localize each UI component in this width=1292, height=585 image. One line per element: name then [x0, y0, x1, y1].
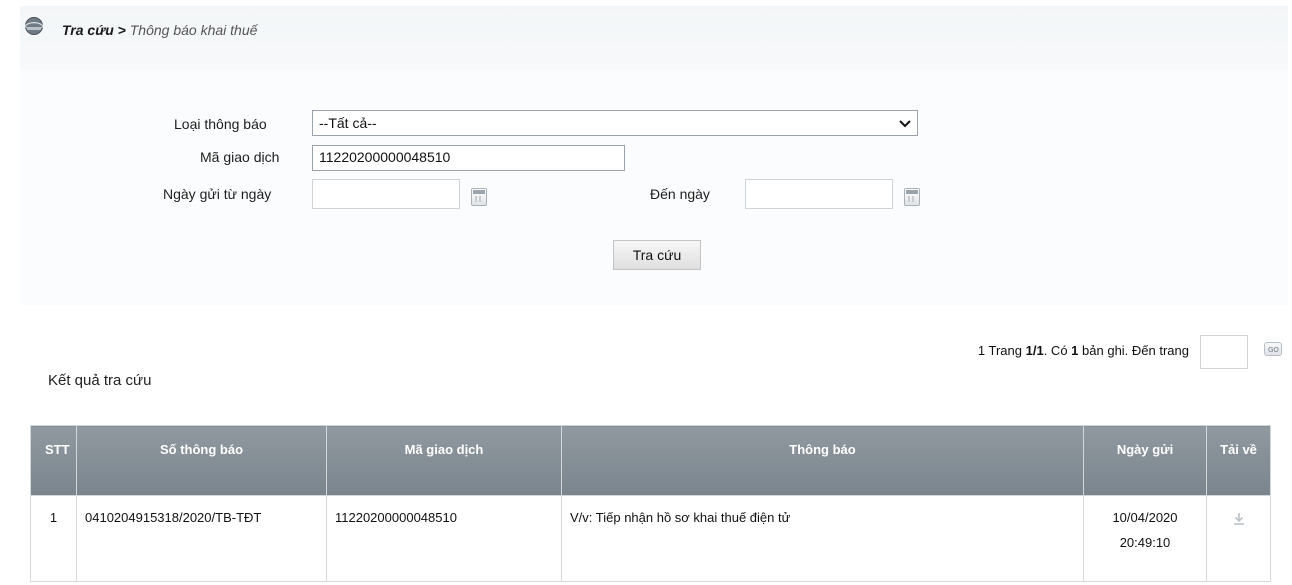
- search-form: Loại thông báo --Tất cả-- Mã giao dịch 1…: [20, 70, 1288, 305]
- column-header-transaction-code: Mã giao dịch: [326, 425, 562, 496]
- date-from-input[interactable]: [312, 179, 460, 209]
- breadcrumb-current: Thông báo khai thuế: [129, 22, 258, 38]
- cell-stt: 1: [30, 495, 77, 582]
- search-button[interactable]: Tra cứu: [613, 240, 701, 270]
- column-header-notice: Thông báo: [561, 425, 1084, 496]
- time-value: 20:49:10: [1119, 535, 1171, 550]
- results-table: STT Số thông báo Mã giao dịch Thông báo …: [30, 425, 1271, 585]
- calendar-icon[interactable]: [471, 188, 487, 206]
- download-icon[interactable]: [1233, 512, 1245, 526]
- notice-type-select[interactable]: --Tất cả--: [312, 110, 918, 136]
- pagination-info: 1 Trang 1/1. Có 1 bản ghi. Đến trang: [978, 343, 1189, 358]
- breadcrumb: Tra cứu > Thông báo khai thuế: [62, 22, 257, 38]
- table-row: 1 0410204915318/2020/TB-TĐT 112202000000…: [30, 495, 1271, 582]
- cell-notice-number: 0410204915318/2020/TB-TĐT: [76, 495, 327, 582]
- record-prefix: . Có: [1043, 343, 1068, 358]
- column-header-date: Ngày gửi: [1083, 425, 1207, 496]
- table-header-row: STT Số thông báo Mã giao dịch Thông báo …: [30, 425, 1271, 496]
- breadcrumb-root-link[interactable]: Tra cứu: [62, 22, 114, 38]
- cell-transaction-code: 11220200000048510: [326, 495, 562, 582]
- globe-icon: [24, 16, 44, 36]
- date-from-label: Ngày gửi từ ngày: [163, 186, 272, 202]
- transaction-code-label: Mã giao dịch: [200, 149, 280, 165]
- transaction-code-input[interactable]: 11220200000048510: [312, 145, 625, 171]
- breadcrumb-bar: Tra cứu > Thông báo khai thuế: [20, 6, 1288, 70]
- breadcrumb-separator: >: [117, 22, 126, 38]
- column-header-stt: STT: [30, 425, 77, 496]
- calendar-icon[interactable]: [904, 188, 920, 206]
- record-count: 1: [1071, 343, 1079, 358]
- chevron-down-icon: [899, 115, 911, 131]
- cell-download: [1206, 495, 1271, 582]
- notice-type-label: Loại thông báo: [174, 116, 267, 132]
- current-page: 1: [977, 343, 986, 358]
- cell-notice: V/v: Tiếp nhận hồ sơ khai thuế điện tử: [561, 495, 1084, 582]
- svg-text:GO: GO: [1268, 346, 1279, 354]
- page-of: 1/1: [1025, 343, 1044, 358]
- cell-date: 10/04/2020 20:49:10: [1083, 495, 1207, 582]
- date-to-label: Đến ngày: [650, 186, 710, 202]
- date-value: 10/04/2020: [1112, 510, 1178, 525]
- column-header-notice-number: Số thông báo: [76, 425, 327, 496]
- results-title: Kết quả tra cứu: [48, 372, 152, 389]
- date-to-input[interactable]: [745, 179, 893, 209]
- column-header-download: Tải về: [1206, 425, 1271, 496]
- go-icon[interactable]: GO: [1264, 342, 1282, 356]
- record-suffix: bản ghi. Đến trang: [1082, 343, 1189, 358]
- page-text: Trang: [988, 343, 1022, 358]
- goto-page-input[interactable]: [1200, 335, 1248, 369]
- notice-type-value: --Tất cả--: [319, 115, 377, 131]
